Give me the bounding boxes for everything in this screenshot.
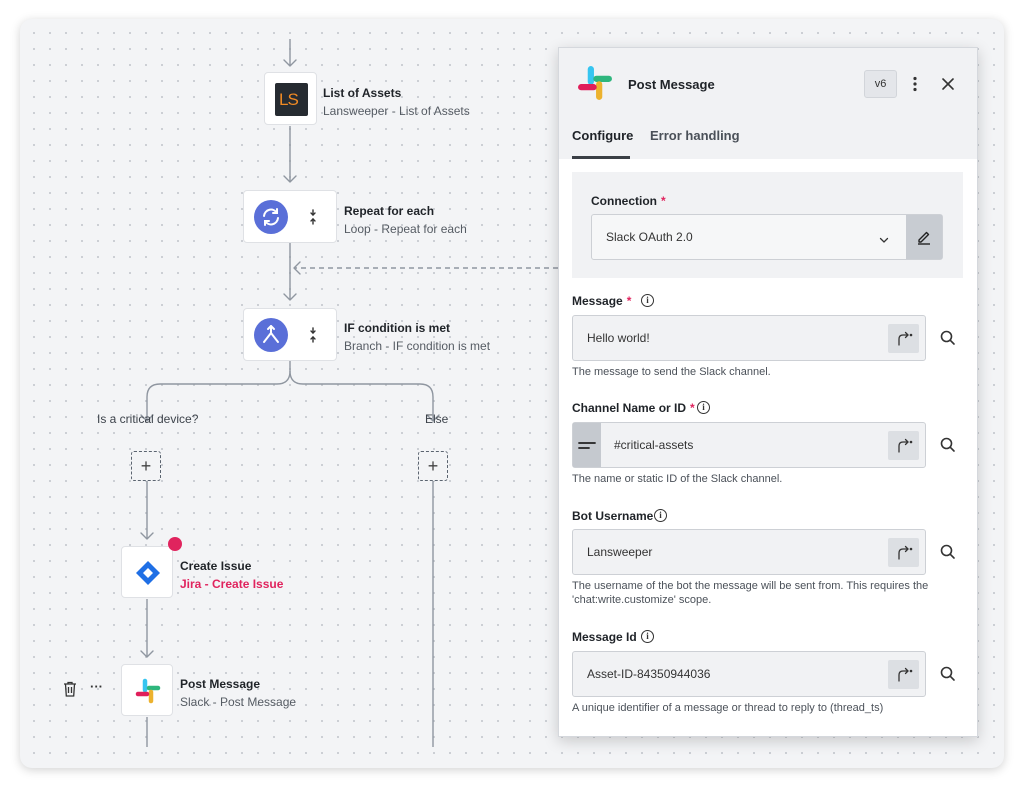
mapping-icon bbox=[898, 438, 913, 453]
node-list-of-assets-title: List of Assets bbox=[323, 86, 402, 100]
mapping-icon bbox=[898, 545, 913, 560]
loop-icon bbox=[254, 200, 288, 234]
required-marker: * bbox=[661, 194, 666, 208]
branch-label-critical: Is a critical device? bbox=[97, 412, 199, 426]
search-icon[interactable] bbox=[938, 328, 958, 348]
node-create-issue-title: Create Issue bbox=[180, 559, 252, 573]
connection-label: Connection * bbox=[591, 194, 666, 208]
panel-header: Post Message v6 Configure Error handling bbox=[559, 48, 977, 159]
channel-label: Channel Name or ID * bbox=[572, 401, 695, 415]
connection-select[interactable]: Slack OAuth 2.0 bbox=[591, 214, 943, 260]
node-repeat-title: Repeat for each bbox=[344, 204, 435, 218]
node-post-message-subtitle: Slack - Post Message bbox=[180, 695, 297, 709]
chevron-down-icon bbox=[879, 232, 889, 243]
bot-username-value: Lansweeper bbox=[587, 545, 653, 559]
bot-username-input[interactable]: Lansweeper bbox=[572, 529, 926, 575]
error-badge bbox=[168, 537, 182, 551]
node-list-of-assets-subtitle: Lansweeper - List of Assets bbox=[323, 104, 470, 118]
node-if-title: IF condition is met bbox=[344, 321, 451, 335]
branch-icon bbox=[254, 318, 288, 352]
node-list-of-assets[interactable]: LS bbox=[264, 72, 317, 125]
map-field-button[interactable] bbox=[888, 660, 919, 689]
config-panel: Post Message v6 Configure Error handling… bbox=[558, 47, 978, 737]
slack-icon bbox=[577, 65, 613, 101]
channel-label-text: Channel Name or ID bbox=[572, 401, 687, 415]
map-field-button[interactable] bbox=[888, 538, 919, 567]
node-post-message-title: Post Message bbox=[180, 677, 261, 691]
info-icon[interactable]: i bbox=[641, 630, 654, 643]
more-options-icon[interactable]: ··· bbox=[90, 679, 103, 694]
node-post-message[interactable] bbox=[121, 664, 173, 716]
plus-icon: + bbox=[140, 455, 152, 476]
lansweeper-logo-icon: LS bbox=[275, 83, 308, 116]
add-step-button-else[interactable]: + bbox=[418, 451, 448, 481]
tab-configure[interactable]: Configure bbox=[572, 128, 633, 143]
required-marker: * bbox=[690, 401, 695, 415]
message-id-value: Asset-ID-84350944036 bbox=[587, 667, 711, 681]
message-value: Hello world! bbox=[587, 331, 650, 345]
node-if-condition[interactable] bbox=[243, 308, 337, 361]
bot-username-label: Bot Username bbox=[572, 509, 654, 523]
jira-icon bbox=[134, 559, 162, 587]
tab-error-handling[interactable]: Error handling bbox=[650, 128, 740, 143]
message-id-input[interactable]: Asset-ID-84350944036 bbox=[572, 651, 926, 697]
trash-icon[interactable] bbox=[63, 681, 77, 697]
search-icon[interactable] bbox=[938, 435, 958, 455]
message-help: The message to send the Slack channel. bbox=[572, 366, 771, 378]
node-repeat-for-each[interactable] bbox=[243, 190, 337, 243]
collapse-icon[interactable] bbox=[300, 204, 326, 230]
node-if-subtitle: Branch - IF condition is met bbox=[344, 339, 491, 353]
message-label: Message * bbox=[572, 294, 631, 308]
edit-connection-button[interactable] bbox=[906, 215, 942, 259]
node-create-issue[interactable] bbox=[121, 546, 173, 598]
close-icon[interactable] bbox=[941, 77, 955, 91]
message-id-label: Message Id bbox=[572, 630, 637, 644]
lansweeper-logo-text: LS bbox=[279, 90, 299, 109]
connection-value: Slack OAuth 2.0 bbox=[606, 230, 693, 244]
connection-label-text: Connection bbox=[591, 194, 657, 208]
map-field-button[interactable] bbox=[888, 324, 919, 353]
mapping-icon bbox=[898, 667, 913, 682]
search-icon[interactable] bbox=[938, 664, 958, 684]
map-field-button[interactable] bbox=[888, 431, 919, 460]
channel-help: The name or static ID of the Slack chann… bbox=[572, 473, 783, 485]
required-marker: * bbox=[626, 294, 632, 308]
active-tab-indicator bbox=[572, 156, 630, 159]
info-icon[interactable]: i bbox=[654, 509, 667, 522]
static-value-toggle[interactable] bbox=[573, 423, 601, 467]
bot-username-help: The username of the bot the message will… bbox=[572, 580, 929, 606]
slack-icon bbox=[135, 678, 161, 704]
collapse-icon[interactable] bbox=[300, 322, 326, 348]
mapping-icon bbox=[898, 331, 913, 346]
kebab-menu-icon[interactable] bbox=[909, 76, 921, 92]
version-badge[interactable]: v6 bbox=[864, 70, 897, 98]
channel-input[interactable]: #critical-assets bbox=[572, 422, 926, 468]
plus-icon: + bbox=[427, 455, 439, 476]
search-icon[interactable] bbox=[938, 542, 958, 562]
message-label-text: Message bbox=[572, 294, 623, 308]
node-create-issue-subtitle: Jira - Create Issue bbox=[180, 577, 284, 591]
add-step-button[interactable]: + bbox=[131, 451, 161, 481]
node-repeat-subtitle: Loop - Repeat for each bbox=[344, 222, 467, 236]
channel-value: #critical-assets bbox=[614, 438, 694, 452]
panel-title: Post Message bbox=[628, 77, 715, 92]
branch-label-else: Else bbox=[425, 412, 449, 426]
info-icon[interactable]: i bbox=[697, 401, 710, 414]
message-id-help: A unique identifier of a message or thre… bbox=[572, 702, 884, 714]
text-lines-icon bbox=[578, 442, 596, 449]
pencil-icon bbox=[916, 229, 932, 245]
info-icon[interactable]: i bbox=[641, 294, 654, 307]
message-input[interactable]: Hello world! bbox=[572, 315, 926, 361]
